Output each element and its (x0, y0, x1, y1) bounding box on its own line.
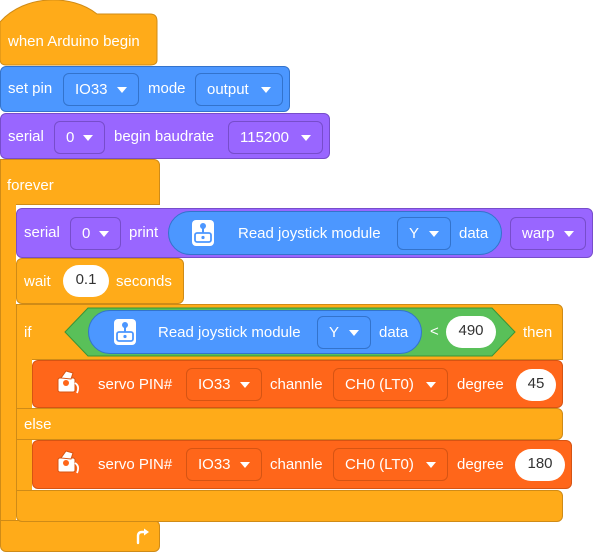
channel-label: channle (270, 376, 323, 393)
chevron-down-icon (240, 462, 250, 468)
mode-value: output (207, 81, 249, 98)
servo-pin-dropdown[interactable]: IO33 (186, 368, 262, 401)
print-label: print (129, 224, 159, 241)
chevron-down-icon (99, 231, 109, 237)
pin-dropdown[interactable]: IO33 (63, 73, 139, 106)
joystick-data-label: data (459, 225, 489, 242)
baudrate-value: 115200 (240, 129, 289, 146)
chevron-down-icon (349, 330, 359, 336)
else-label: else (24, 416, 52, 433)
begin-baudrate-label: begin baudrate (114, 128, 215, 145)
threshold-input[interactable]: 490 (446, 316, 496, 348)
wait-label: wait (24, 273, 51, 290)
chevron-down-icon (429, 231, 439, 237)
servo-pin-label: servo PIN# (98, 376, 173, 393)
chevron-down-icon (564, 231, 574, 237)
threshold-value: 490 (458, 322, 484, 339)
set-pin-label: set pin (8, 80, 53, 97)
servo-pin-label: servo PIN# (98, 456, 173, 473)
seconds-label: seconds (116, 273, 172, 290)
servo-channel-value: CH0 (LT0) (345, 456, 414, 473)
serial-print-block[interactable]: serial 0 print Read joystick module Y da… (16, 208, 593, 258)
serial-port-dropdown[interactable]: 0 (54, 121, 105, 154)
servo-icon (57, 370, 80, 394)
joystick-icon (114, 319, 136, 345)
servo-degree-input[interactable]: 180 (515, 449, 565, 481)
else-arm (16, 408, 563, 440)
mode-dropdown[interactable]: output (195, 73, 283, 106)
wait-seconds-input[interactable]: 0.1 (63, 265, 109, 297)
if-else-block[interactable]: if then else Read joystick module Y data… (16, 304, 563, 522)
joystick-axis-value: Y (409, 225, 420, 242)
degree-label: degree (457, 376, 504, 393)
joystick-icon (192, 220, 214, 246)
serial-begin-block[interactable]: serial 0 begin baudrate 115200 (0, 113, 330, 159)
joystick-axis-value: Y (329, 324, 340, 341)
serial-port-value: 0 (66, 129, 75, 146)
less-than-condition[interactable]: Read joystick module Y data < 490 (64, 307, 516, 357)
serial-print-label: serial (24, 224, 60, 241)
chevron-down-icon (240, 382, 250, 388)
hat-label: when Arduino begin (8, 33, 140, 50)
servo-block-1[interactable]: servo PIN# IO33 channle CH0 (LT0) degree… (32, 360, 563, 408)
joystick-axis-dropdown[interactable]: Y (317, 316, 371, 349)
joystick-reporter-label: Read joystick module (238, 225, 381, 242)
chevron-down-icon (426, 382, 436, 388)
joystick-reporter-condition[interactable]: Read joystick module Y data (88, 310, 422, 354)
baudrate-dropdown[interactable]: 115200 (228, 121, 323, 154)
loop-arrow-icon (136, 528, 149, 545)
pin-value: IO33 (75, 81, 108, 98)
serial-print-port-dropdown[interactable]: 0 (70, 217, 121, 250)
chevron-down-icon (83, 135, 93, 141)
servo-pin-value: IO33 (198, 456, 231, 473)
forever-left-arm (0, 204, 16, 522)
set-pin-block[interactable]: set pin IO33 mode output (0, 66, 290, 112)
wait-block[interactable]: wait 0.1 seconds (16, 258, 184, 304)
mode-label: mode (148, 80, 186, 97)
servo-pin-value: IO33 (198, 376, 231, 393)
channel-label: channle (270, 456, 323, 473)
degree-label: degree (457, 456, 504, 473)
servo-icon (57, 450, 80, 474)
chevron-down-icon (426, 462, 436, 468)
chevron-down-icon (261, 87, 271, 93)
servo-block-2[interactable]: servo PIN# IO33 channle CH0 (LT0) degree… (32, 440, 572, 489)
servo-channel-dropdown[interactable]: CH0 (LT0) (333, 368, 448, 401)
forever-label: forever (7, 177, 54, 194)
servo-channel-value: CH0 (LT0) (345, 376, 414, 393)
chevron-down-icon (117, 87, 127, 93)
less-than-operator: < (430, 323, 439, 340)
joystick-reporter-label: Read joystick module (158, 324, 301, 341)
print-mode-value: warp (522, 225, 555, 242)
if-label: if (24, 324, 32, 341)
hat-block-when-arduino-begin[interactable]: when Arduino begin (0, 0, 158, 66)
joystick-axis-dropdown[interactable]: Y (397, 217, 451, 250)
servo-degree-value: 180 (527, 455, 553, 472)
servo-pin-dropdown[interactable]: IO33 (186, 448, 262, 481)
servo-degree-value: 45 (527, 375, 545, 392)
serial-print-port-value: 0 (82, 225, 91, 242)
print-mode-dropdown[interactable]: warp (510, 217, 586, 250)
servo-degree-input[interactable]: 45 (516, 369, 556, 401)
joystick-data-label: data (379, 324, 409, 341)
then-label: then (523, 324, 553, 341)
serial-label: serial (8, 128, 44, 145)
servo-channel-dropdown[interactable]: CH0 (LT0) (333, 448, 448, 481)
if-bottom-arm (16, 490, 563, 522)
joystick-reporter-print[interactable]: Read joystick module Y data (168, 211, 502, 255)
chevron-down-icon (301, 135, 311, 141)
wait-seconds-value: 0.1 (75, 271, 97, 288)
